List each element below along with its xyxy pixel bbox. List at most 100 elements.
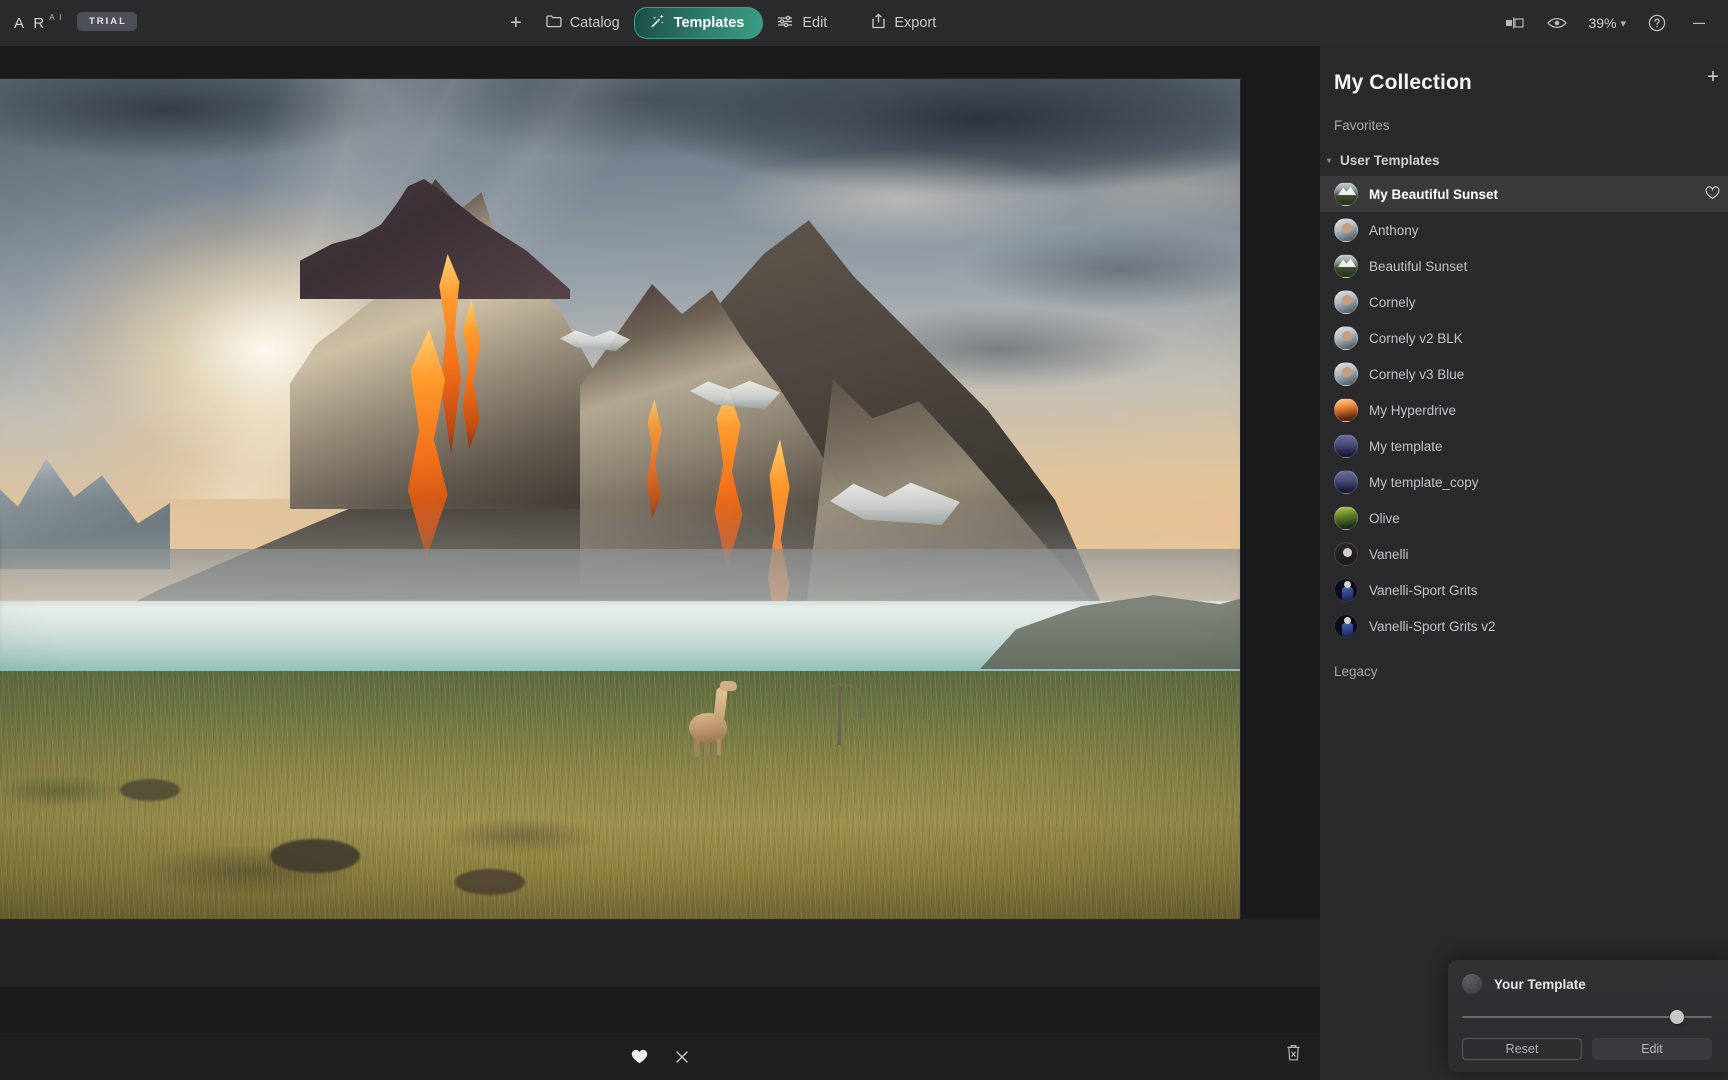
guanaco-leg: [705, 739, 709, 757]
template-name: My template_copy: [1369, 474, 1479, 490]
tab-templates[interactable]: Templates: [633, 7, 764, 39]
template-name: Anthony: [1369, 222, 1419, 238]
template-name: Vanelli-Sport Grits: [1369, 582, 1478, 598]
template-name: Vanelli-Sport Grits v2: [1369, 618, 1496, 634]
template-thumbnail: [1334, 614, 1358, 638]
guanaco-animal: [683, 679, 739, 757]
trial-badge: TRIAL: [77, 12, 137, 31]
sliders-icon: [777, 15, 794, 32]
guanaco-head: [720, 681, 737, 691]
template-name: Cornely: [1369, 294, 1416, 310]
favorite-heart-icon[interactable]: [1705, 186, 1720, 205]
template-thumbnail: [1334, 434, 1358, 458]
template-list: My Beautiful Sunset Anthony Beautiful Su…: [1320, 176, 1728, 644]
help-circle-icon[interactable]: [1636, 0, 1678, 46]
template-thumbnail: [1334, 290, 1358, 314]
canvas-workspace: [0, 46, 1320, 1080]
template-name: Cornely v3 Blue: [1369, 366, 1465, 382]
template-thumbnail: [1334, 254, 1358, 278]
heart-filled-icon[interactable]: [631, 1049, 648, 1064]
filmstrip-area: [0, 919, 1320, 987]
list-item[interactable]: Anthony: [1320, 212, 1728, 248]
compare-view-icon[interactable]: [1494, 0, 1536, 46]
magic-wand-icon: [649, 13, 666, 33]
template-thumbnail: [1334, 326, 1358, 350]
photo-preview[interactable]: [0, 79, 1240, 919]
template-name: My Beautiful Sunset: [1369, 186, 1499, 202]
page-title: My Collection: [1334, 71, 1472, 94]
chevron-down-icon[interactable]: ▾: [1620, 17, 1636, 30]
list-item[interactable]: Cornely v3 Blue: [1320, 356, 1728, 392]
app-logo-text: A R: [14, 14, 48, 32]
list-item[interactable]: Vanelli-Sport Grits v2: [1320, 608, 1728, 644]
shrub: [120, 779, 180, 801]
share-upload-icon: [871, 13, 886, 33]
guanaco-leg: [695, 739, 699, 757]
list-item[interactable]: Olive: [1320, 500, 1728, 536]
collection-panel: My Collection + Favorites ▾ User Templat…: [1320, 46, 1728, 1080]
plus-icon: +: [510, 11, 522, 34]
add-collection-button[interactable]: +: [1700, 66, 1726, 89]
tab-edit-label: Edit: [802, 15, 828, 31]
app-logo: A R A I: [14, 0, 63, 46]
list-item[interactable]: Cornely: [1320, 284, 1728, 320]
caret-down-icon: ▾: [1326, 156, 1331, 165]
tab-catalog[interactable]: Catalog: [532, 7, 634, 39]
template-thumbnail: [1334, 506, 1358, 530]
shrub: [455, 869, 525, 895]
edit-button[interactable]: Edit: [1592, 1038, 1712, 1060]
tab-edit[interactable]: Edit: [763, 7, 841, 39]
slider-knob[interactable]: [1670, 1010, 1684, 1024]
template-name: Beautiful Sunset: [1369, 258, 1468, 274]
template-thumbnail: [1334, 470, 1358, 494]
canvas-bottom-bar: [0, 1033, 1320, 1080]
list-item[interactable]: My template: [1320, 428, 1728, 464]
sidebar-item-legacy[interactable]: Legacy: [1320, 644, 1728, 679]
template-thumbnail: [1334, 182, 1358, 206]
template-strength-slider[interactable]: [1462, 1010, 1712, 1024]
guanaco-leg: [717, 739, 721, 755]
your-template-card: Your Template Reset Edit: [1448, 960, 1728, 1072]
folder-icon: [546, 14, 562, 32]
template-thumbnail: [1334, 542, 1358, 566]
list-item[interactable]: Vanelli: [1320, 536, 1728, 572]
top-toolbar: A R A I TRIAL + Catalog Templates Edit E…: [0, 0, 1728, 46]
tab-templates-label: Templates: [673, 15, 745, 31]
template-name: Cornely v2 BLK: [1369, 330, 1463, 346]
template-thumbnail: [1334, 218, 1358, 242]
dead-tree: [810, 679, 870, 749]
tab-catalog-label: Catalog: [569, 15, 620, 31]
group-user-templates[interactable]: ▾ User Templates: [1320, 133, 1728, 174]
app-logo-superscript: A I: [49, 12, 64, 22]
template-name: Olive: [1369, 510, 1400, 526]
reset-button[interactable]: Reset: [1462, 1038, 1582, 1060]
sidebar-item-favorites[interactable]: Favorites: [1320, 102, 1728, 133]
your-template-actions: Reset Edit: [1462, 1038, 1712, 1060]
list-item[interactable]: Beautiful Sunset: [1320, 248, 1728, 284]
zoom-level-value[interactable]: 39%: [1578, 15, 1620, 31]
template-name: Vanelli: [1369, 546, 1409, 562]
template-swatch-icon: [1462, 974, 1482, 994]
list-item[interactable]: My Hyperdrive: [1320, 392, 1728, 428]
eye-icon[interactable]: [1536, 0, 1578, 46]
list-item[interactable]: My template_copy: [1320, 464, 1728, 500]
toolbar-right-group: 39% ▾: [1494, 0, 1720, 46]
list-item[interactable]: Cornely v2 BLK: [1320, 320, 1728, 356]
template-thumbnail: [1334, 362, 1358, 386]
your-template-header: Your Template: [1462, 974, 1712, 994]
list-item[interactable]: My Beautiful Sunset: [1320, 176, 1728, 212]
tab-export-label: Export: [894, 15, 937, 31]
minimize-button[interactable]: [1678, 0, 1720, 46]
shrub: [270, 839, 360, 873]
list-item[interactable]: Vanelli-Sport Grits: [1320, 572, 1728, 608]
template-name: My Hyperdrive: [1369, 402, 1457, 418]
add-button[interactable]: +: [500, 7, 532, 39]
close-x-icon[interactable]: [674, 1049, 690, 1065]
trash-x-icon[interactable]: [1285, 1043, 1302, 1067]
template-thumbnail: [1334, 578, 1358, 602]
your-template-name: Your Template: [1494, 976, 1586, 992]
template-name: My template: [1369, 438, 1443, 454]
tab-export[interactable]: Export: [857, 7, 950, 39]
group-user-templates-label: User Templates: [1340, 153, 1440, 168]
template-thumbnail: [1334, 398, 1358, 422]
